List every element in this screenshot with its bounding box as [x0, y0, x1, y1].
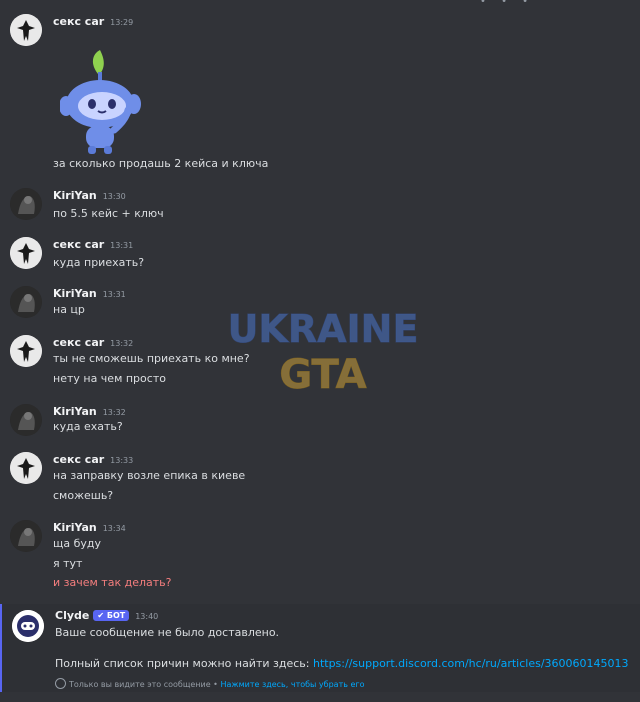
message-text: ты не сможешь приехать ко мне?	[53, 352, 250, 365]
top-overflow-dots: • • •	[480, 0, 535, 7]
message-author[interactable]: KiriYan 13:32	[53, 405, 126, 418]
message-timestamp: 13:40	[135, 612, 159, 621]
avatar[interactable]	[10, 188, 42, 220]
message-text-error: и зачем так делать?	[53, 576, 172, 589]
message-author[interactable]: секс car 13:32	[53, 336, 133, 349]
message-timestamp: 13:32	[102, 408, 126, 417]
avatar[interactable]	[10, 14, 42, 46]
message-author[interactable]: секс car 13:31	[53, 238, 133, 251]
message-text: Полный список причин можно найти здесь: …	[55, 657, 629, 670]
watermark-line1: UKRAINE	[228, 307, 418, 351]
avatar[interactable]	[10, 520, 42, 552]
message-text: сможешь?	[53, 489, 114, 502]
eye-icon	[55, 678, 66, 689]
support-link[interactable]: https://support.discord.com/hc/ru/articl…	[313, 657, 629, 670]
ephemeral-note: Только вы видите это сообщение • Нажмите…	[55, 678, 365, 689]
message-timestamp: 13:31	[110, 241, 134, 250]
watermark-line2: GTA	[279, 352, 366, 395]
message-text: нету на чем просто	[53, 372, 166, 385]
avatar[interactable]	[10, 237, 42, 269]
message-timestamp: 13:33	[110, 456, 134, 465]
message-text: куда приехать?	[53, 256, 145, 269]
avatar[interactable]	[10, 404, 42, 436]
clyde-avatar[interactable]	[12, 610, 44, 642]
avatar[interactable]	[10, 335, 42, 367]
message-author[interactable]: KiriYan 13:31	[53, 287, 126, 300]
message-author[interactable]: KiriYan 13:30	[53, 189, 126, 202]
message-text: куда ехать?	[53, 420, 123, 433]
message-timestamp: 13:30	[102, 192, 126, 201]
ukraine-gta-watermark: UKRAINE GTA	[228, 307, 418, 396]
message-author[interactable]: секс car 13:33	[53, 453, 133, 466]
message-text: на заправку возле епика в киеве	[53, 469, 246, 482]
message-timestamp: 13:32	[110, 339, 134, 348]
clyde-ephemeral-message: Clyde ✔ БОТ 13:40 Ваше сообщение не было д…	[0, 604, 640, 692]
message-text: я тут	[53, 557, 83, 570]
avatar[interactable]	[10, 286, 42, 318]
message-timestamp: 13:31	[102, 290, 126, 299]
message-author[interactable]: секс car 13:29	[53, 15, 133, 28]
message-author[interactable]: Clyde ✔ БОТ 13:40	[55, 609, 158, 622]
robot-sticker-icon	[60, 50, 141, 154]
message-timestamp: 13:29	[110, 18, 134, 27]
message-timestamp: 13:34	[102, 524, 126, 533]
message-text: Ваше сообщение не было доставлено.	[55, 626, 280, 639]
bot-tag: ✔ БОТ	[93, 610, 130, 621]
message-text: на цр	[53, 303, 85, 316]
message-author[interactable]: KiriYan 13:34	[53, 521, 126, 534]
message-text: за сколько продашь 2 кейса и ключа	[53, 157, 269, 170]
dismiss-message-link[interactable]: Нажмите здесь, чтобы убрать его	[220, 680, 364, 689]
avatar[interactable]	[10, 452, 42, 484]
message-text: ща буду	[53, 537, 102, 550]
message-text: по 5.5 кейс + ключ	[53, 207, 164, 220]
